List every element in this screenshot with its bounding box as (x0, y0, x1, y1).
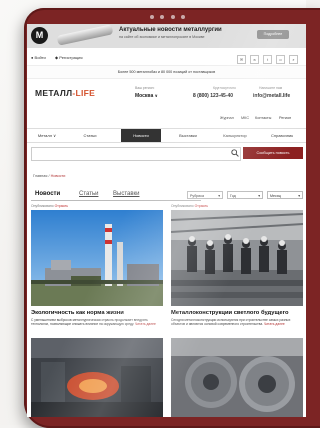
article-title[interactable]: Металлоконструкции светлого будущего (171, 310, 289, 316)
forge-image (31, 338, 163, 417)
banner-logo: M (31, 27, 48, 44)
nav-link-mks[interactable]: МКС (241, 116, 249, 120)
breadcrumb: Главная / Новости (33, 174, 66, 178)
article-text: С уменьшением выбросов металлургическая … (31, 318, 148, 327)
phone-link[interactable]: 8 (800) 123-45-40 (193, 93, 233, 99)
tablet-screen: M Актуальные новости металлургии на сайт… (27, 24, 306, 417)
tab-divider (31, 200, 201, 201)
logo-text: МЕТАЛЛ (35, 88, 73, 98)
breadcrumb-home[interactable]: Главная (33, 174, 47, 178)
camera-dot (171, 15, 175, 19)
register-label: Регистрация (59, 55, 83, 60)
nav-item-articles[interactable]: Статьи (71, 129, 109, 142)
email-link[interactable]: info@metall.life (253, 93, 290, 99)
article-date: Опубликовано (31, 204, 54, 208)
camera-dot (181, 15, 185, 19)
month-select[interactable]: Месяц ▾ (267, 191, 303, 199)
year-select-value: Год (230, 194, 236, 198)
steel-coils-image (171, 338, 303, 417)
banner-subtitle: на сайте об экономике и металлопрокате в… (119, 35, 205, 39)
article-tag: Опубликовано Отрасль (31, 204, 68, 208)
banner-title: Актуальные новости металлургии (119, 27, 222, 33)
ad-banner[interactable]: M Актуальные новости металлургии на сайт… (27, 24, 306, 48)
rubric-select-value: Рубрика (190, 194, 204, 198)
article-rubric[interactable]: Отрасль (195, 204, 208, 208)
month-select-value: Месяц (270, 194, 281, 198)
login-link[interactable]: ● Войти (31, 55, 46, 60)
nav-item-label: Металл (37, 133, 53, 138)
region-value: Москва (135, 93, 154, 99)
promo-strip: Более 500 металлобаз и 80 000 позиций от… (27, 65, 306, 79)
email-icon[interactable]: ✉ (237, 55, 246, 64)
chevron-down-icon: ▾ (298, 194, 300, 198)
nav-item-exhibitions[interactable]: Выставки (169, 129, 207, 142)
nav-link-contacts[interactable]: Контакты (255, 116, 271, 120)
tab-articles[interactable]: Статьи (79, 191, 98, 197)
phone-label: Круглосуточно (213, 86, 236, 90)
vk-icon[interactable]: в (250, 55, 259, 64)
register-link[interactable]: ◆ Регистрация (55, 55, 83, 60)
breadcrumb-current: Новости (50, 174, 66, 178)
nav-item-news[interactable]: Новости (121, 129, 161, 142)
article-rubric[interactable]: Отрасль (55, 204, 68, 208)
chevron-down-icon: ▾ (218, 194, 220, 198)
tab-exhibitions[interactable]: Выставки (113, 191, 140, 197)
read-more-link[interactable]: Читать далее (264, 322, 285, 326)
twitter-icon[interactable]: t (263, 55, 272, 64)
year-select[interactable]: Год ▾ (227, 191, 263, 199)
nav-item-metal[interactable]: Металл ∨ (29, 129, 65, 142)
article-tag: Опубликовано Отрасль (171, 204, 208, 208)
article-photo-plant[interactable] (31, 210, 163, 306)
industrial-plant-image (31, 210, 163, 306)
nav-link-region[interactable]: Регион (279, 116, 291, 120)
lock-icon: ◆ (55, 55, 59, 60)
search-icon[interactable]: ⌕ (289, 55, 298, 64)
ok-icon[interactable]: о (276, 55, 285, 64)
submit-news-button[interactable]: Сообщить новость (243, 147, 303, 159)
read-more-link[interactable]: Читать далее (135, 322, 156, 326)
nav-item-reference[interactable]: Справочник (261, 129, 303, 142)
top-bar: ● Войти ◆ Регистрация ✉ в t о ⌕ (27, 53, 306, 65)
region-label: Ваш регион: (135, 86, 155, 90)
tab-news[interactable]: Новости (35, 191, 60, 197)
article-photo-workers[interactable] (171, 210, 303, 306)
nav-item-calculator[interactable]: Калькулятор (213, 129, 257, 142)
pipe-image (56, 24, 114, 46)
search-icon[interactable] (231, 149, 239, 157)
chevron-down-icon: ∨ (154, 93, 158, 98)
article-photo-coils[interactable] (171, 338, 303, 417)
region-select[interactable]: Москва ∨ (135, 93, 158, 99)
article-excerpt: С уменьшением выбросов металлургическая … (31, 318, 163, 327)
chevron-down-icon: ∨ (53, 133, 57, 138)
banner-button[interactable]: Подробнее (257, 30, 289, 39)
search-input[interactable] (31, 147, 241, 161)
chevron-down-icon: ▾ (258, 194, 260, 198)
article-photo-forge[interactable] (31, 338, 163, 417)
login-label: Войти (34, 55, 46, 60)
camera-dot (150, 15, 154, 19)
camera-dot (160, 15, 164, 19)
logo-text-accent: LIFE (75, 88, 96, 98)
article-title[interactable]: Экологичность как норма жизни (31, 310, 124, 316)
site-logo[interactable]: МЕТАЛЛ-LIFE (35, 88, 95, 98)
rubric-select[interactable]: Рубрика ▾ (187, 191, 223, 199)
main-nav: Металл ∨ Статьи Новости Выставки Калькул… (27, 128, 306, 143)
article-date: Опубликовано (171, 204, 194, 208)
article-excerpt: Сегодня металлоконструкции используются … (171, 318, 303, 327)
nav-link-journal[interactable]: Журнал (220, 116, 234, 120)
workers-image (171, 210, 303, 306)
user-icon: ● (31, 55, 34, 60)
email-label: Напишите нам (259, 86, 283, 90)
